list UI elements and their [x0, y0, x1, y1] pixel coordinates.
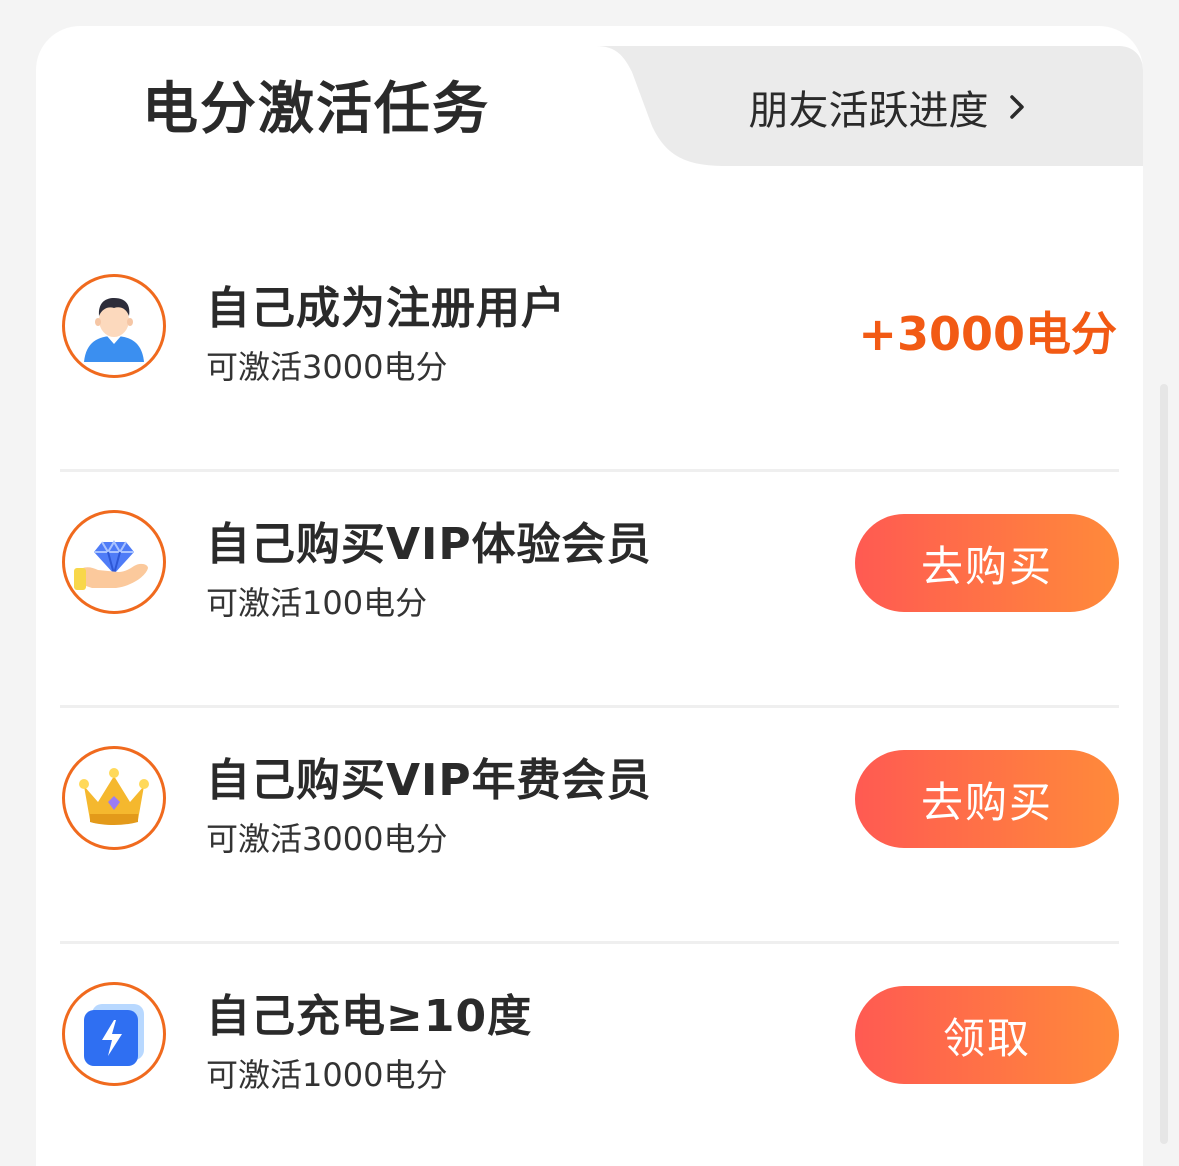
buy-vip-trial-button[interactable]: 去购买: [855, 514, 1119, 612]
buy-vip-annual-button[interactable]: 去购买: [855, 750, 1119, 848]
task-row-vip-annual: 自己购买VIP年费会员 可激活3000电分 去购买: [60, 708, 1119, 944]
chevron-right-icon: [1009, 95, 1024, 119]
user-avatar-icon: [62, 274, 166, 378]
lightning-charge-icon: [62, 982, 166, 1086]
tab-friend-progress-label: 朋友活跃进度: [748, 88, 989, 134]
task-subtitle: 可激活100电分: [206, 584, 428, 622]
diamond-hand-icon: [62, 510, 166, 614]
task-row-vip-trial: 自己购买VIP体验会员 可激活100电分 去购买: [60, 472, 1119, 708]
tab-friend-progress[interactable]: 朋友活跃进度: [636, 46, 1143, 168]
tab-activation-tasks[interactable]: 电分激活任务: [142, 64, 490, 145]
task-title: 自己成为注册用户: [206, 283, 566, 334]
task-list: 自己成为注册用户 可激活3000电分 +3000电分 自己购买VIP体验会员 可…: [60, 236, 1119, 1166]
crown-icon: [62, 746, 166, 850]
task-title: 自己购买VIP体验会员: [206, 519, 652, 570]
claim-button[interactable]: 领取: [855, 986, 1119, 1084]
task-subtitle: 可激活3000电分: [206, 348, 448, 386]
reward-earned-label: +3000电分: [858, 307, 1117, 361]
task-subtitle: 可激活3000电分: [206, 820, 448, 858]
task-subtitle: 可激活1000电分: [206, 1056, 448, 1094]
task-title: 自己充电≥10度: [206, 991, 533, 1042]
task-row-register: 自己成为注册用户 可激活3000电分 +3000电分: [60, 236, 1119, 472]
scrollbar[interactable]: [1160, 384, 1168, 1144]
task-title: 自己购买VIP年费会员: [206, 755, 652, 806]
task-row-charge: 自己充电≥10度 可激活1000电分 领取: [60, 944, 1119, 1166]
task-card: 电分激活任务 朋友活跃进度 自己成为注册用户 可激活3000电分 +3000电分: [36, 26, 1143, 1166]
